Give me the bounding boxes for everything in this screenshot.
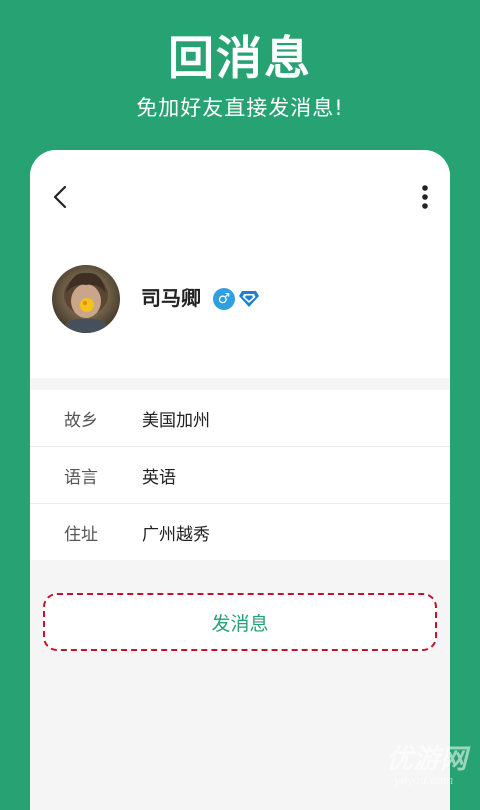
info-row-address: 住址 广州越秀 xyxy=(30,504,450,560)
info-value: 英语 xyxy=(142,467,176,488)
info-value: 美国加州 xyxy=(142,410,210,431)
back-button[interactable] xyxy=(46,180,74,214)
more-vertical-icon xyxy=(422,185,428,209)
profile-info-list: 故乡 美国加州 语言 英语 住址 广州越秀 xyxy=(30,390,450,560)
profile-header: 司马卿 ♂ xyxy=(30,150,450,378)
diamond-icon xyxy=(239,291,259,307)
phone-screen: 司马卿 ♂ 故乡 美国加州 语言 英语 住址 广州越秀 发消息 xyxy=(30,150,450,810)
avatar[interactable] xyxy=(52,265,120,333)
promo-subtitle: 免加好友直接发消息! xyxy=(136,96,344,120)
watermark-logo: 优游网 yoyou.com xyxy=(386,745,476,795)
info-row-language: 语言 英语 xyxy=(30,447,450,504)
user-name: 司马卿 xyxy=(141,286,201,310)
more-button[interactable] xyxy=(410,180,440,214)
watermark-text: 优游网 xyxy=(386,744,467,775)
info-value: 广州越秀 xyxy=(142,524,210,545)
info-label: 故乡 xyxy=(64,410,98,431)
male-icon: ♂ xyxy=(213,288,235,310)
info-row-hometown: 故乡 美国加州 xyxy=(30,390,450,447)
watermark-url: yoyou.com xyxy=(394,774,454,787)
info-label: 住址 xyxy=(64,524,98,545)
chevron-left-icon xyxy=(53,185,67,209)
info-label: 语言 xyxy=(64,467,98,488)
send-message-button[interactable]: 发消息 xyxy=(43,593,437,651)
promo-title: 回消息 xyxy=(168,31,312,85)
